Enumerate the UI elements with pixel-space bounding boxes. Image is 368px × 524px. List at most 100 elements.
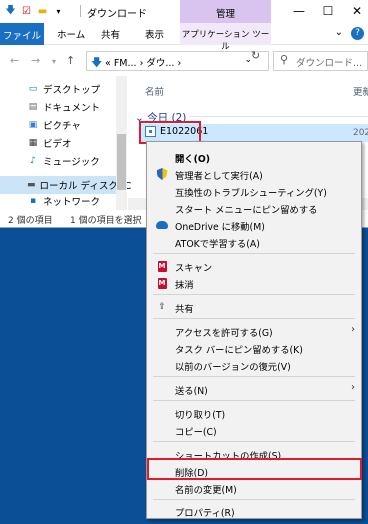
menu-item-label: 共有 [175, 304, 194, 315]
sidebar-item-music[interactable]: ♪ ミュージック [27, 152, 100, 170]
sidebar-item-label: ビデオ [43, 139, 72, 150]
menu-item-atok[interactable]: ATOKで学習する(A) [147, 233, 361, 250]
folder-icon[interactable]: ▬ [36, 4, 49, 18]
sidebar-item-local-disk[interactable]: ▬ ローカル ディスク (C [0, 176, 131, 194]
file-date: 202 [353, 128, 368, 138]
down-arrow-icon[interactable]: 🡇 [4, 4, 17, 18]
drive-icon: ▬ [27, 180, 36, 190]
menu-item-scan[interactable]: M スキャン [147, 257, 361, 274]
menu-item-restore-previous[interactable]: 以前のバージョンの復元(V) [147, 356, 361, 373]
tab-file[interactable]: ファイル [0, 23, 44, 45]
menu-item-properties[interactable]: プロパティ(R) [147, 502, 361, 519]
music-icon: ♪ [30, 156, 36, 166]
sidebar-item-label: デスクトップ [43, 85, 101, 96]
title-bar: 🡇 ☑ ▬ ▾ ダウンロード 管理 — ☐ ✕ [0, 0, 368, 23]
download-folder-icon: 🡇 [91, 56, 103, 69]
menu-item-label: 送る(N) [175, 386, 208, 397]
refresh-icon[interactable]: ↻ [251, 49, 260, 62]
menu-item-label: 開く(O) [175, 154, 210, 165]
mcafee-icon: M [157, 260, 167, 272]
ribbon-tabs: ファイル ホーム 共有 表示 アプリケーション ツール ⌄ ? [0, 23, 368, 52]
sidebar-item-documents[interactable]: ▤ ドキュメント [27, 98, 100, 116]
menu-separator [153, 499, 355, 500]
menu-item-label: 切り取り(T) [175, 410, 226, 421]
menu-item-copy[interactable]: コピー(C) [147, 421, 361, 438]
scrollbar-thumb[interactable] [117, 134, 126, 190]
submenu-arrow-icon: › [351, 324, 355, 335]
menu-item-label: スキャン [175, 263, 213, 274]
menu-item-erase[interactable]: M 抹消 [147, 274, 361, 291]
tab-share[interactable]: 共有 [101, 27, 120, 41]
menu-item-rename[interactable]: 名前の変更(M) [147, 479, 361, 496]
properties-check-icon[interactable]: ☑ [20, 4, 33, 18]
menu-item-label: ATOKで学習する(A) [175, 239, 260, 250]
menu-item-run-as-admin[interactable]: 管理者として実行(A) [147, 165, 361, 182]
share-icon: ⇪ [158, 302, 166, 312]
address-bar[interactable]: 🡇 « FM... › ダウ... › ⌄ [86, 51, 269, 71]
sidebar-item-network[interactable]: ▪ ネットワーク [27, 196, 100, 206]
tab-application-tools[interactable]: アプリケーション ツール [180, 23, 271, 52]
quick-access-toolbar: 🡇 ☑ ▬ ▾ [4, 4, 65, 18]
sidebar-scrollbar[interactable] [116, 76, 127, 210]
menu-item-send-to[interactable]: 送る(N) › [147, 380, 361, 397]
sidebar-item-desktop[interactable]: ▭ デスクトップ [27, 80, 100, 98]
menu-item-pin-start[interactable]: スタート メニューにピン留めする [147, 199, 361, 216]
window-title: ダウンロード [87, 9, 147, 20]
menu-item-label: 互換性のトラブルシューティング(Y) [175, 188, 327, 199]
navigation-pane: ▭ デスクトップ ▤ ドキュメント ▣ ピクチャ ▦ ビデオ ♪ ミュージック … [0, 76, 131, 210]
video-icon: ▦ [28, 138, 38, 148]
column-header-name[interactable]: 名前 [145, 84, 164, 98]
recent-locations-icon[interactable]: ▾ [52, 57, 56, 66]
menu-separator [153, 376, 355, 377]
menu-separator [153, 318, 355, 319]
sidebar-item-videos[interactable]: ▦ ビデオ [27, 134, 72, 152]
back-arrow-icon[interactable]: ← [10, 54, 19, 67]
menu-item-share[interactable]: ⇪ 共有 [147, 298, 361, 315]
menu-item-give-access[interactable]: アクセスを許可する(G) › [147, 322, 361, 339]
menu-item-label: タスク バーにピン留めする(K) [175, 345, 303, 356]
address-path: « FM... › ダウ... › [105, 58, 182, 69]
menu-item-pin-taskbar[interactable]: タスク バーにピン留めする(K) [147, 339, 361, 356]
navigation-bar: ← → ▾ ↑ 🡇 « FM... › ダウ... › ⌄ ↻ ⚲ ダウンロード… [0, 46, 368, 76]
search-placeholder: ダウンロード... [296, 58, 363, 69]
search-input[interactable]: ⚲ ダウンロード... [273, 51, 368, 71]
network-icon: ▪ [29, 196, 37, 206]
sidebar-item-label: ミュージック [43, 157, 100, 168]
close-button[interactable]: ✕ [337, 2, 368, 20]
tab-view[interactable]: 表示 [145, 27, 164, 41]
menu-item-onedrive[interactable]: OneDrive に移動(M) [147, 216, 361, 233]
up-arrow-icon[interactable]: ↑ [66, 54, 75, 67]
menu-item-label: 名前の変更(M) [175, 485, 237, 496]
selected-count: 1 個の項目を選択 [70, 216, 142, 226]
menu-item-label: コピー(C) [175, 427, 217, 438]
menu-item-label: 以前のバージョンの復元(V) [175, 362, 291, 373]
forward-arrow-icon[interactable]: → [31, 54, 40, 67]
menu-item-label: 抹消 [175, 280, 194, 291]
customize-toolbar-icon[interactable]: ▾ [52, 4, 65, 18]
uac-shield-icon [156, 168, 168, 180]
menu-item-label: プロパティ(R) [175, 508, 235, 519]
menu-item-label: スタート メニューにピン留めする [175, 205, 318, 216]
menu-item-cut[interactable]: 切り取り(T) [147, 404, 361, 421]
sidebar-item-pictures[interactable]: ▣ ピクチャ [27, 116, 81, 134]
menu-item-label: 管理者として実行(A) [175, 171, 263, 182]
menu-separator [153, 294, 355, 295]
mcafee-icon: M [157, 277, 167, 289]
title-separator [80, 5, 81, 17]
help-icon[interactable]: ? [351, 27, 364, 40]
tab-home[interactable]: ホーム [57, 27, 85, 41]
item-count: 2 個の項目 [8, 216, 53, 226]
menu-item-open[interactable]: 開く(O) [147, 148, 361, 165]
highlight-delete-box [147, 458, 362, 480]
ribbon-controls: ⌄ ? [335, 27, 364, 40]
menu-separator [153, 400, 355, 401]
sidebar-item-label: ドキュメント [43, 103, 101, 114]
sidebar-item-label: ネットワーク [43, 197, 101, 206]
pictures-icon: ▣ [28, 120, 38, 130]
manage-contextual-tab[interactable]: 管理 [180, 0, 271, 23]
menu-item-troubleshoot[interactable]: 互換性のトラブルシューティング(Y) [147, 182, 361, 199]
menu-item-label: OneDrive に移動(M) [175, 222, 265, 233]
sidebar-item-label: ピクチャ [43, 121, 81, 132]
column-header-updated[interactable]: 更新 [353, 84, 368, 98]
chevron-down-icon[interactable]: ⌄ [335, 27, 343, 40]
